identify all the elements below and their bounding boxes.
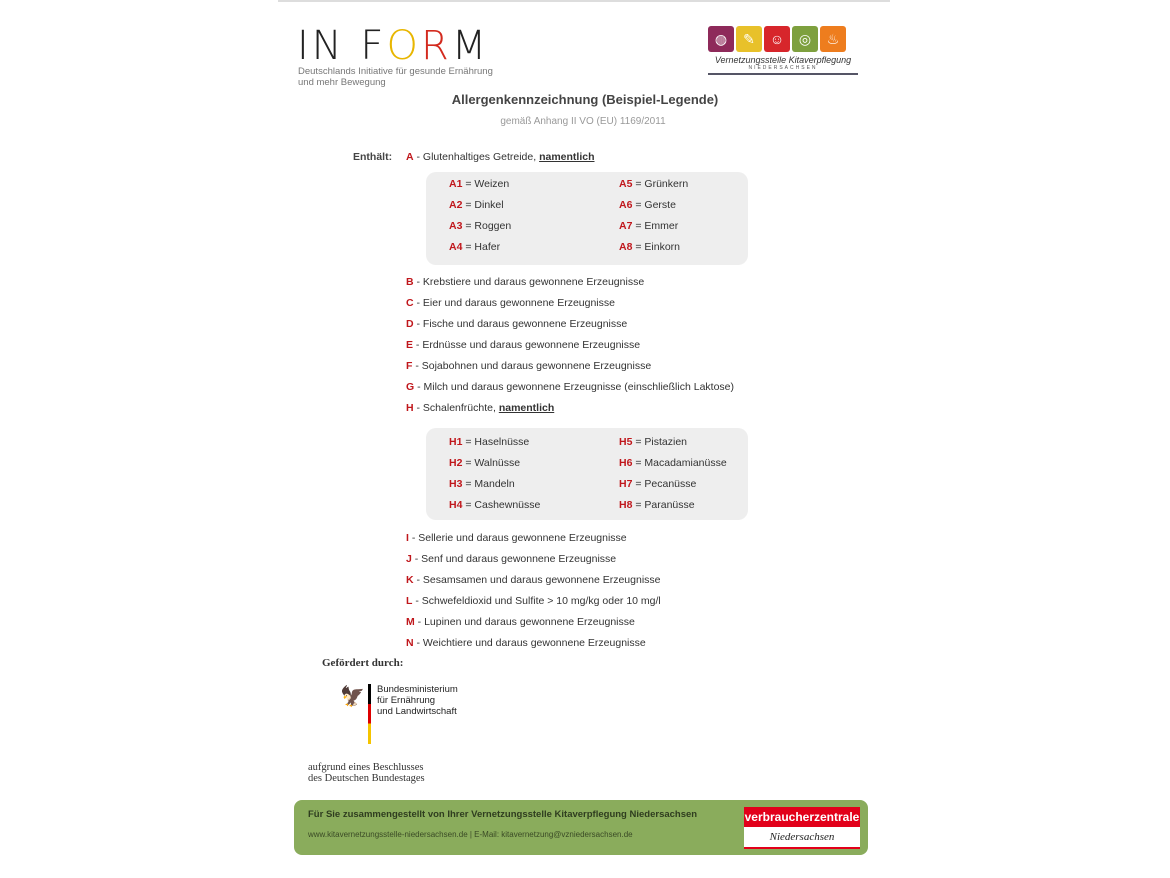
sub-allergen-H2: H2 = Walnüsse bbox=[449, 457, 521, 469]
tagline-2: und mehr Bewegung bbox=[298, 77, 386, 88]
sub-allergen-A7: A7 = Emmer bbox=[619, 220, 679, 232]
allergen-G: G - Milch und daraus gewonnene Erzeugnis… bbox=[406, 381, 735, 393]
allergen-L: L - Schwefeldioxid und Sulfite > 10 mg/k… bbox=[406, 595, 661, 607]
allergen-C: C - Eier und daraus gewonnene Erzeugniss… bbox=[406, 297, 615, 309]
sub-allergen-A1: A1 = Weizen bbox=[449, 178, 510, 190]
partner-region: NIEDERSACHSEN bbox=[748, 65, 818, 71]
allergen-A: A - Glutenhaltiges Getreide, namentlich bbox=[406, 151, 595, 163]
page-subtitle: gemäß Anhang II VO (EU) 1169/2011 bbox=[500, 116, 666, 127]
in-form-logo: IN FORM bbox=[297, 23, 490, 69]
bundestag-note: aufgrund eines Beschlusses des Deutschen … bbox=[308, 762, 425, 784]
sub-allergen-H6: H6 = Macadamianüsse bbox=[619, 457, 727, 469]
sub-allergen-H1: H1 = Haselnüsse bbox=[449, 436, 530, 448]
allergen-E: E - Erdnüsse und daraus gewonnene Erzeug… bbox=[406, 339, 641, 351]
sub-allergen-A8: A8 = Einkorn bbox=[619, 241, 681, 253]
contains-label: Enthält: bbox=[353, 151, 393, 163]
funding-label: Gefördert durch: bbox=[322, 657, 404, 669]
top-divider bbox=[278, 0, 890, 2]
sub-allergen-A6: A6 = Gerste bbox=[619, 199, 676, 211]
allergen-D: D - Fische und daraus gewonnene Erzeugni… bbox=[406, 318, 628, 330]
tagline-1: Deutschlands Initiative für gesunde Ernä… bbox=[298, 66, 493, 77]
footer-line-1: Für Sie zusammengestellt von Ihrer Verne… bbox=[308, 809, 698, 820]
sub-allergen-A3: A3 = Roggen bbox=[449, 220, 512, 232]
footer-banner: Für Sie zusammengestellt von Ihrer Verne… bbox=[294, 800, 868, 855]
kitaverpflegung-logo: ◍ ✎ ☺ ◎ ♨ Vernetzungsstelle Kitaverpflegung … bbox=[708, 26, 858, 75]
logo-tagline: Deutschlands Initiative für gesunde Ernä… bbox=[298, 66, 493, 88]
sub-allergen-H4: H4 = Cashewnüsse bbox=[449, 499, 541, 511]
sub-allergen-H3: H3 = Mandeln bbox=[449, 478, 515, 490]
allergen-H: H - Schalenfrüchte, namentlich bbox=[406, 402, 555, 414]
sub-allergen-H7: H7 = Pecanüsse bbox=[619, 478, 697, 490]
allergen-N: N - Weichtiere und daraus gewonnene Erze… bbox=[406, 637, 646, 649]
allergen-K: K - Sesamsamen und daraus gewonnene Erze… bbox=[406, 574, 661, 586]
partner-name: Vernetzungsstelle Kitaverpflegung bbox=[714, 55, 852, 65]
sub-allergen-A5: A5 = Grünkern bbox=[619, 178, 689, 190]
allergen-J: J - Senf und daraus gewonnene Erzeugniss… bbox=[406, 553, 617, 565]
allergen-B: B - Krebstiere und daraus gewonnene Erze… bbox=[406, 276, 645, 288]
federal-eagle-icon: 🦅 bbox=[340, 686, 365, 708]
sub-allergen-A4: A4 = Hafer bbox=[449, 241, 501, 253]
allergen-F: F - Sojabohnen und daraus gewonnene Erze… bbox=[406, 360, 652, 372]
page-title: Allergenkennzeichnung (Beispiel-Legende) bbox=[451, 92, 719, 107]
footer-contact: www.kitavernetzungsstelle-niedersachsen.… bbox=[308, 830, 633, 839]
sub-allergen-H5: H5 = Pistazien bbox=[619, 436, 688, 448]
allergen-I: I - Sellerie und daraus gewonnene Erzeug… bbox=[406, 532, 627, 544]
sub-allergen-A2: A2 = Dinkel bbox=[449, 199, 504, 211]
sub-allergen-H8: H8 = Paranüsse bbox=[619, 499, 695, 511]
allergen-M: M - Lupinen und daraus gewonnene Erzeugn… bbox=[406, 616, 635, 628]
verbraucherzentrale-logo: verbraucherzentrale Niedersachsen bbox=[744, 807, 860, 849]
